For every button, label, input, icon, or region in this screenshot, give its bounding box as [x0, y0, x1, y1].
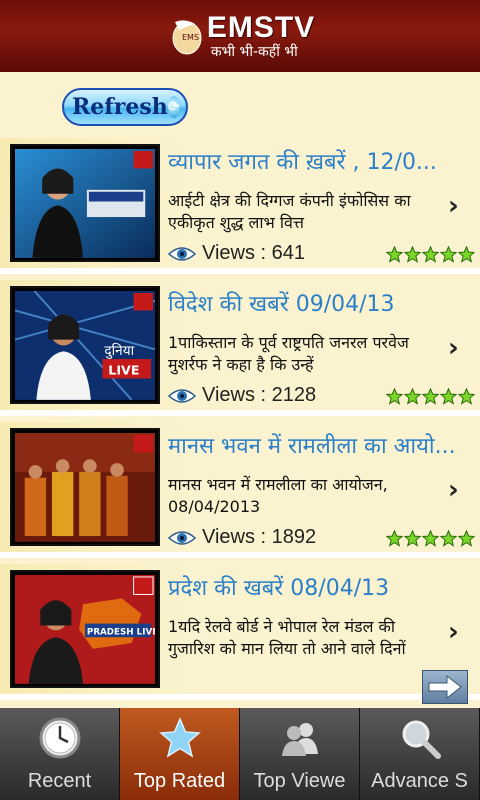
search-icon — [402, 720, 441, 759]
arrow-right-icon — [428, 674, 462, 700]
news-title: मानस भवन में रामलीला का आयो... — [168, 434, 456, 459]
star-icon — [158, 717, 201, 758]
eye-icon — [168, 530, 196, 545]
tab-top-rated[interactable]: Top Rated — [120, 708, 240, 800]
star-icon — [439, 529, 458, 547]
logo-icon: EMS — [172, 20, 202, 55]
star-icon — [403, 529, 422, 547]
star-icon — [421, 387, 440, 405]
news-list[interactable]: Refresh ⟳ व्यापार जगत की ख़बरें , 12/0..… — [0, 72, 480, 708]
app-header: EMS EMSTV कभी भी-कहीं भी — [0, 0, 480, 72]
svg-text:दुनिया: दुनिया — [104, 342, 134, 359]
chevron-right-icon[interactable]: › — [448, 476, 468, 504]
star-icon — [403, 245, 422, 263]
news-description: 1यदि रेलवे बोर्ड ने भोपाल रेल मंडल की गु… — [168, 617, 406, 658]
news-thumbnail: दुनिया LIVE — [10, 286, 160, 404]
news-thumbnail — [10, 144, 160, 262]
app-tagline: कभी भी-कहीं भी — [210, 44, 298, 60]
star-icon — [457, 245, 476, 263]
star-icon — [439, 387, 458, 405]
svg-text:EMS: EMS — [182, 33, 199, 42]
star-icon — [385, 529, 404, 547]
star-rating — [385, 529, 476, 547]
star-icon — [457, 387, 476, 405]
news-item[interactable]: दुनिया LIVE विदेश की खबरें 09/04/13 1पाक… — [0, 280, 480, 416]
news-description: मानस भवन में रामलीला का आयोजन, 08/04/201… — [168, 475, 388, 516]
views-text: Views : 641 — [202, 242, 306, 264]
views-counter: Views : 1892 — [168, 526, 316, 549]
svg-text:LIVE: LIVE — [108, 363, 139, 378]
refresh-icon: ⟳ — [167, 96, 180, 118]
news-description: आईटी क्षेत्र की दिग्गज कंपनी इंफोसिस का … — [168, 191, 411, 232]
news-thumbnail — [10, 428, 160, 546]
star-icon — [439, 245, 458, 263]
star-icon — [457, 529, 476, 547]
star-icon — [385, 245, 404, 263]
views-text: Views : 1892 — [202, 526, 317, 548]
clock-icon — [39, 717, 80, 759]
tab-recent[interactable]: Recent — [0, 708, 120, 800]
eye-icon — [168, 246, 196, 261]
next-page-button[interactable] — [422, 670, 468, 704]
star-rating — [385, 387, 476, 405]
news-item[interactable]: मानस भवन में रामलीला का आयो... मानस भवन … — [0, 422, 480, 558]
news-item[interactable]: PRADESH LIVE प्रदेश की खबरें 08/04/13 1य… — [0, 564, 480, 700]
star-icon — [421, 529, 440, 547]
chevron-right-icon[interactable]: › — [448, 618, 468, 646]
news-title: प्रदेश की खबरें 08/04/13 — [168, 576, 390, 601]
svg-text:PRADESH LIVE: PRADESH LIVE — [87, 627, 155, 637]
news-item[interactable]: व्यापार जगत की ख़बरें , 12/0... आईटी क्ष… — [0, 138, 480, 274]
chevron-right-icon[interactable]: › — [448, 192, 468, 220]
news-description: 1पाकिस्तान के पूर्व राष्ट्रपति जनरल परवे… — [168, 333, 409, 374]
news-title: विदेश की खबरें 09/04/13 — [168, 292, 395, 317]
star-rating — [385, 245, 476, 263]
app-logo: EMS EMSTV कभी भी-कहीं भी — [165, 13, 315, 59]
tab-advance-search[interactable]: Advance S — [360, 708, 480, 800]
news-thumbnail: PRADESH LIVE — [10, 570, 160, 688]
eye-icon — [168, 388, 196, 403]
refresh-button[interactable]: Refresh ⟳ — [62, 88, 188, 126]
star-icon — [385, 387, 404, 405]
views-text: Views : 2128 — [202, 384, 317, 406]
chevron-right-icon[interactable]: › — [448, 334, 468, 362]
tab-label: Top Rated — [133, 770, 226, 792]
bottom-tab-bar: Recent Top Rated Top Viewe Advance S — [0, 708, 480, 800]
tab-top-viewed[interactable]: Top Viewe — [240, 708, 360, 800]
views-counter: Views : 2128 — [168, 384, 316, 407]
tab-label: Advance S — [371, 770, 468, 792]
users-icon — [281, 723, 318, 756]
app-title: EMSTV — [206, 11, 316, 44]
star-icon — [403, 387, 422, 405]
news-title: व्यापार जगत की ख़बरें , 12/0... — [168, 150, 437, 175]
tab-label: Top Viewe — [253, 770, 346, 792]
refresh-label: Refresh — [72, 94, 168, 120]
star-icon — [421, 245, 440, 263]
views-counter: Views : 641 — [168, 242, 305, 265]
tab-label: Recent — [27, 770, 92, 792]
